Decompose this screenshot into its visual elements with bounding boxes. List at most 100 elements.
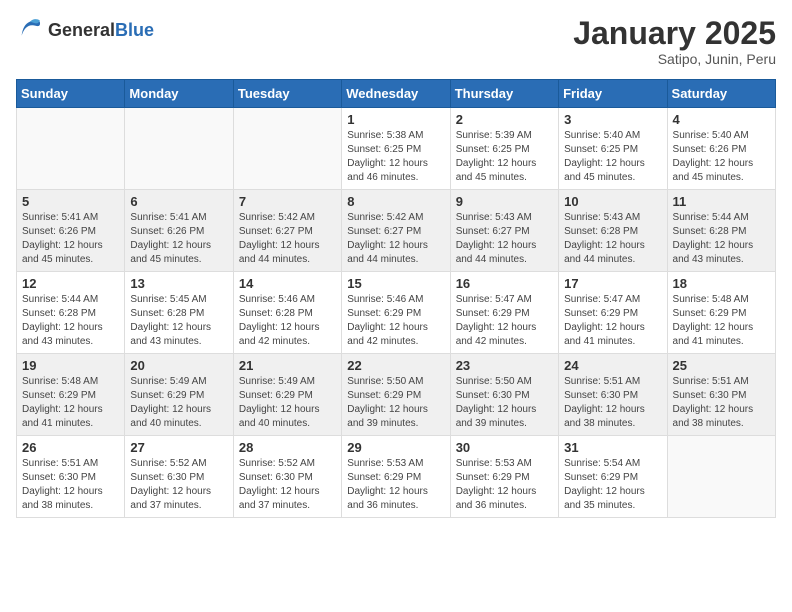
calendar-week-row: 12 Sunrise: 5:44 AM Sunset: 6:28 PM Dayli…: [17, 272, 776, 354]
calendar-cell: [17, 108, 125, 190]
calendar-week-row: 1 Sunrise: 5:38 AM Sunset: 6:25 PM Daylig…: [17, 108, 776, 190]
logo-blue-text: Blue: [115, 20, 154, 40]
day-number: 31: [564, 440, 661, 455]
day-info: Sunrise: 5:47 AM Sunset: 6:29 PM Dayligh…: [564, 293, 661, 349]
weekday-header-thursday: Thursday: [450, 80, 558, 108]
weekday-header-wednesday: Wednesday: [342, 80, 450, 108]
calendar-cell: 22Sunrise: 5:50 AM Sunset: 6:29 PM Dayli…: [342, 354, 450, 436]
day-info: Sunrise: 5:53 AM Sunset: 6:29 PM Dayligh…: [347, 457, 444, 513]
day-info: Sunrise: 5:51 AM Sunset: 6:30 PM Dayligh…: [673, 375, 770, 431]
calendar-cell: [125, 108, 233, 190]
day-info: Sunrise: 5:41 AM Sunset: 6:26 PM Dayligh…: [130, 211, 227, 267]
title-area: January 2025 Satipo, Junin, Peru: [573, 16, 776, 67]
calendar-cell: 1 Sunrise: 5:38 AM Sunset: 6:25 PM Daylig…: [342, 108, 450, 190]
day-info: Sunrise: 5:53 AM Sunset: 6:29 PM Dayligh…: [456, 457, 553, 513]
day-info: Sunrise: 5:41 AM Sunset: 6:26 PM Dayligh…: [22, 211, 119, 267]
day-number: 18: [673, 276, 770, 291]
day-number: 4: [673, 112, 770, 127]
month-title: January 2025: [573, 16, 776, 51]
day-number: 19: [22, 358, 119, 373]
day-number: 29: [347, 440, 444, 455]
weekday-header-saturday: Saturday: [667, 80, 775, 108]
day-info: Sunrise: 5:48 AM Sunset: 6:29 PM Dayligh…: [22, 375, 119, 431]
weekday-header-friday: Friday: [559, 80, 667, 108]
day-info: Sunrise: 5:50 AM Sunset: 6:30 PM Dayligh…: [456, 375, 553, 431]
calendar-cell: 18Sunrise: 5:48 AM Sunset: 6:29 PM Dayli…: [667, 272, 775, 354]
calendar-cell: 9Sunrise: 5:43 AM Sunset: 6:27 PM Daylig…: [450, 190, 558, 272]
day-number: 3: [564, 112, 661, 127]
day-info: Sunrise: 5:52 AM Sunset: 6:30 PM Dayligh…: [239, 457, 336, 513]
day-info: Sunrise: 5:52 AM Sunset: 6:30 PM Dayligh…: [130, 457, 227, 513]
day-info: Sunrise: 5:42 AM Sunset: 6:27 PM Dayligh…: [239, 211, 336, 267]
logo-general-text: General: [48, 20, 115, 40]
calendar-cell: 2 Sunrise: 5:39 AM Sunset: 6:25 PM Daylig…: [450, 108, 558, 190]
day-number: 22: [347, 358, 444, 373]
location-subtitle: Satipo, Junin, Peru: [573, 51, 776, 67]
day-number: 21: [239, 358, 336, 373]
calendar-cell: 13 Sunrise: 5:45 AM Sunset: 6:28 PM Dayli…: [125, 272, 233, 354]
calendar-cell: 3 Sunrise: 5:40 AM Sunset: 6:25 PM Daylig…: [559, 108, 667, 190]
calendar-cell: 14Sunrise: 5:46 AM Sunset: 6:28 PM Dayli…: [233, 272, 341, 354]
calendar-cell: 30Sunrise: 5:53 AM Sunset: 6:29 PM Dayli…: [450, 436, 558, 518]
calendar-cell: 8Sunrise: 5:42 AM Sunset: 6:27 PM Daylig…: [342, 190, 450, 272]
calendar-cell: 26 Sunrise: 5:51 AM Sunset: 6:30 PM Dayli…: [17, 436, 125, 518]
day-info: Sunrise: 5:54 AM Sunset: 6:29 PM Dayligh…: [564, 457, 661, 513]
calendar-cell: 7Sunrise: 5:42 AM Sunset: 6:27 PM Daylig…: [233, 190, 341, 272]
day-number: 12: [22, 276, 119, 291]
day-info: Sunrise: 5:46 AM Sunset: 6:28 PM Dayligh…: [239, 293, 336, 349]
day-number: 16: [456, 276, 553, 291]
day-info: Sunrise: 5:49 AM Sunset: 6:29 PM Dayligh…: [239, 375, 336, 431]
day-info: Sunrise: 5:46 AM Sunset: 6:29 PM Dayligh…: [347, 293, 444, 349]
calendar-cell: 23 Sunrise: 5:50 AM Sunset: 6:30 PM Dayli…: [450, 354, 558, 436]
day-number: 20: [130, 358, 227, 373]
calendar-cell: 16 Sunrise: 5:47 AM Sunset: 6:29 PM Dayli…: [450, 272, 558, 354]
day-info: Sunrise: 5:51 AM Sunset: 6:30 PM Dayligh…: [22, 457, 119, 513]
day-number: 23: [456, 358, 553, 373]
day-number: 27: [130, 440, 227, 455]
day-number: 26: [22, 440, 119, 455]
calendar-cell: 20 Sunrise: 5:49 AM Sunset: 6:29 PM Dayli…: [125, 354, 233, 436]
calendar-cell: 28Sunrise: 5:52 AM Sunset: 6:30 PM Dayli…: [233, 436, 341, 518]
calendar-cell: 24Sunrise: 5:51 AM Sunset: 6:30 PM Dayli…: [559, 354, 667, 436]
calendar-cell: 17 Sunrise: 5:47 AM Sunset: 6:29 PM Dayli…: [559, 272, 667, 354]
day-number: 10: [564, 194, 661, 209]
day-number: 15: [347, 276, 444, 291]
day-number: 9: [456, 194, 553, 209]
calendar-cell: [233, 108, 341, 190]
calendar-cell: [667, 436, 775, 518]
day-info: Sunrise: 5:40 AM Sunset: 6:26 PM Dayligh…: [673, 129, 770, 185]
day-info: Sunrise: 5:38 AM Sunset: 6:25 PM Dayligh…: [347, 129, 444, 185]
day-info: Sunrise: 5:39 AM Sunset: 6:25 PM Dayligh…: [456, 129, 553, 185]
day-info: Sunrise: 5:45 AM Sunset: 6:28 PM Dayligh…: [130, 293, 227, 349]
calendar-cell: 4 Sunrise: 5:40 AM Sunset: 6:26 PM Daylig…: [667, 108, 775, 190]
day-number: 25: [673, 358, 770, 373]
calendar-cell: 11 Sunrise: 5:44 AM Sunset: 6:28 PM Dayli…: [667, 190, 775, 272]
weekday-header-row: SundayMondayTuesdayWednesdayThursdayFrid…: [17, 80, 776, 108]
day-info: Sunrise: 5:40 AM Sunset: 6:25 PM Dayligh…: [564, 129, 661, 185]
day-info: Sunrise: 5:49 AM Sunset: 6:29 PM Dayligh…: [130, 375, 227, 431]
logo-bird-icon: [16, 16, 44, 44]
day-number: 13: [130, 276, 227, 291]
weekday-header-tuesday: Tuesday: [233, 80, 341, 108]
day-number: 1: [347, 112, 444, 127]
day-info: Sunrise: 5:44 AM Sunset: 6:28 PM Dayligh…: [673, 211, 770, 267]
calendar-cell: 29 Sunrise: 5:53 AM Sunset: 6:29 PM Dayli…: [342, 436, 450, 518]
day-number: 2: [456, 112, 553, 127]
day-info: Sunrise: 5:43 AM Sunset: 6:28 PM Dayligh…: [564, 211, 661, 267]
calendar-cell: 10 Sunrise: 5:43 AM Sunset: 6:28 PM Dayli…: [559, 190, 667, 272]
logo: GeneralBlue: [16, 16, 154, 44]
day-info: Sunrise: 5:44 AM Sunset: 6:28 PM Dayligh…: [22, 293, 119, 349]
calendar-week-row: 26 Sunrise: 5:51 AM Sunset: 6:30 PM Dayli…: [17, 436, 776, 518]
day-number: 8: [347, 194, 444, 209]
day-info: Sunrise: 5:47 AM Sunset: 6:29 PM Dayligh…: [456, 293, 553, 349]
day-number: 17: [564, 276, 661, 291]
calendar-cell: 5 Sunrise: 5:41 AM Sunset: 6:26 PM Daylig…: [17, 190, 125, 272]
calendar-week-row: 19 Sunrise: 5:48 AM Sunset: 6:29 PM Dayli…: [17, 354, 776, 436]
calendar-cell: 6Sunrise: 5:41 AM Sunset: 6:26 PM Daylig…: [125, 190, 233, 272]
calendar-table: SundayMondayTuesdayWednesdayThursdayFrid…: [16, 79, 776, 518]
day-number: 11: [673, 194, 770, 209]
day-info: Sunrise: 5:51 AM Sunset: 6:30 PM Dayligh…: [564, 375, 661, 431]
calendar-week-row: 5 Sunrise: 5:41 AM Sunset: 6:26 PM Daylig…: [17, 190, 776, 272]
weekday-header-monday: Monday: [125, 80, 233, 108]
day-number: 5: [22, 194, 119, 209]
